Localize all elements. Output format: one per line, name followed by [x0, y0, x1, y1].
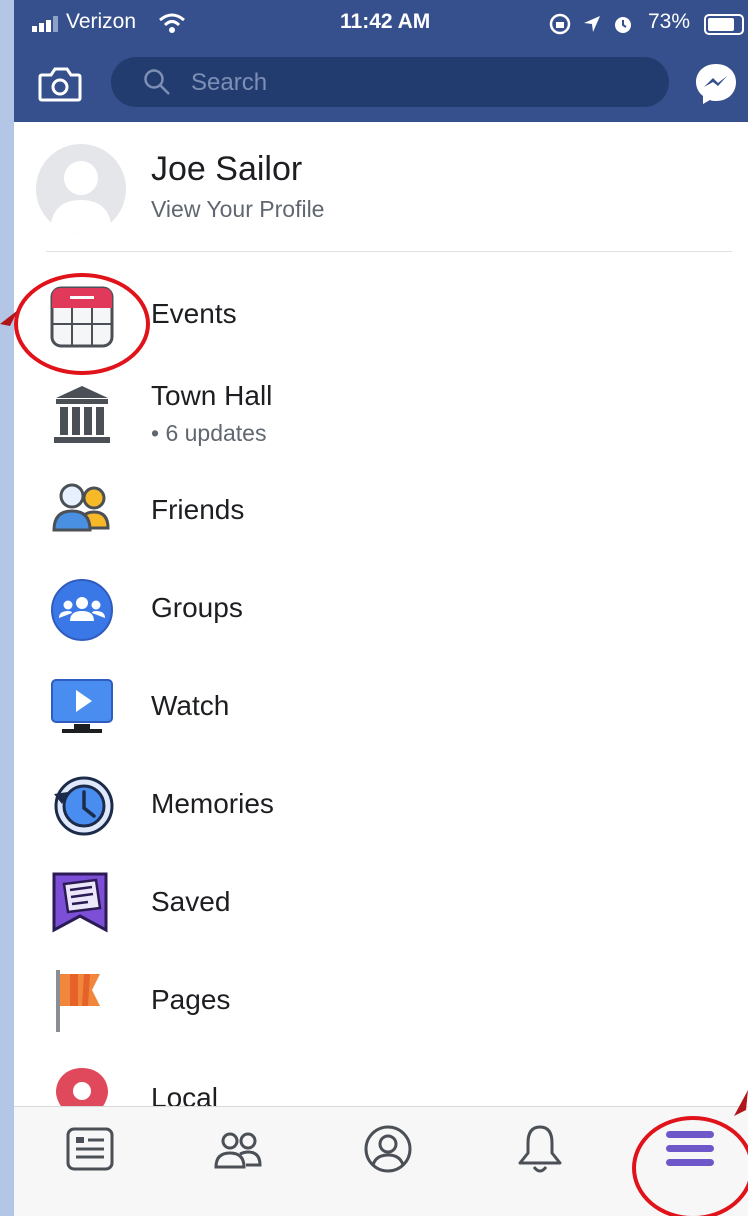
battery-percent: 73%	[648, 10, 691, 33]
menu-label: Pages	[151, 984, 231, 1015]
top-bar: Verizon 11:42 AM 73% Search	[14, 0, 748, 122]
pages-flag-icon	[56, 970, 100, 1032]
saved-icon	[52, 872, 108, 933]
menu-item-watch[interactable]: Watch	[14, 668, 748, 748]
menu-item-groups[interactable]: Groups	[14, 570, 748, 650]
location-icon	[584, 16, 600, 32]
menu-item-memories[interactable]: Memories	[14, 766, 748, 846]
carrier-name: Verizon	[66, 10, 137, 33]
menu-item-pages[interactable]: Pages	[14, 962, 748, 1042]
view-profile-link[interactable]: View Your Profile	[151, 196, 324, 223]
menu-label: Events	[151, 298, 237, 329]
annotation-circle-menu	[632, 1116, 748, 1216]
orientation-lock-icon	[549, 13, 571, 35]
menu-label: Watch	[151, 690, 230, 721]
groups-icon	[51, 579, 113, 641]
annotation-arrow-left	[0, 310, 18, 326]
menu-item-saved[interactable]: Saved	[14, 864, 748, 944]
divider	[46, 251, 732, 252]
battery-icon	[704, 14, 744, 35]
avatar[interactable]	[36, 144, 126, 234]
phone-screen: Verizon 11:42 AM 73% Search Joe Sailor V…	[14, 0, 748, 1216]
menu-label: Memories	[151, 788, 274, 819]
default-avatar-icon	[50, 161, 112, 234]
clock: 11:42 AM	[340, 10, 431, 33]
menu-label: Groups	[151, 592, 243, 623]
signal-icon	[32, 16, 58, 32]
search-input[interactable]: Search	[111, 57, 669, 107]
menu-label: Saved	[151, 886, 231, 917]
profile-row[interactable]: Joe Sailor View Your Profile	[36, 144, 736, 234]
friends-requests-icon[interactable]	[210, 1121, 266, 1177]
menu-label: Friends	[151, 494, 245, 525]
notifications-icon[interactable]	[512, 1121, 568, 1177]
update-count: • 6 updates	[151, 420, 267, 446]
status-bar: Verizon 11:42 AM 73%	[14, 0, 748, 48]
menu-label: Town Hall	[151, 380, 273, 411]
messenger-icon[interactable]	[694, 62, 738, 106]
profile-name: Joe Sailor	[151, 150, 303, 188]
camera-icon[interactable]	[38, 66, 82, 102]
search-placeholder: Search	[191, 69, 268, 96]
menu-item-friends[interactable]: Friends	[14, 472, 748, 552]
profile-icon[interactable]	[360, 1121, 416, 1177]
annotation-circle-events	[14, 273, 150, 375]
menu-item-town-hall[interactable]: Town Hall • 6 updates	[14, 368, 748, 448]
town-hall-icon	[54, 386, 110, 443]
search-icon	[144, 69, 170, 95]
annotation-arrow-right	[734, 1090, 748, 1116]
friends-icon	[52, 483, 110, 532]
memories-icon	[54, 776, 114, 836]
news-feed-icon[interactable]	[62, 1121, 118, 1177]
alarm-icon	[615, 17, 631, 33]
wifi-icon	[159, 13, 185, 33]
header: Search	[14, 50, 748, 114]
watch-icon	[51, 679, 113, 733]
